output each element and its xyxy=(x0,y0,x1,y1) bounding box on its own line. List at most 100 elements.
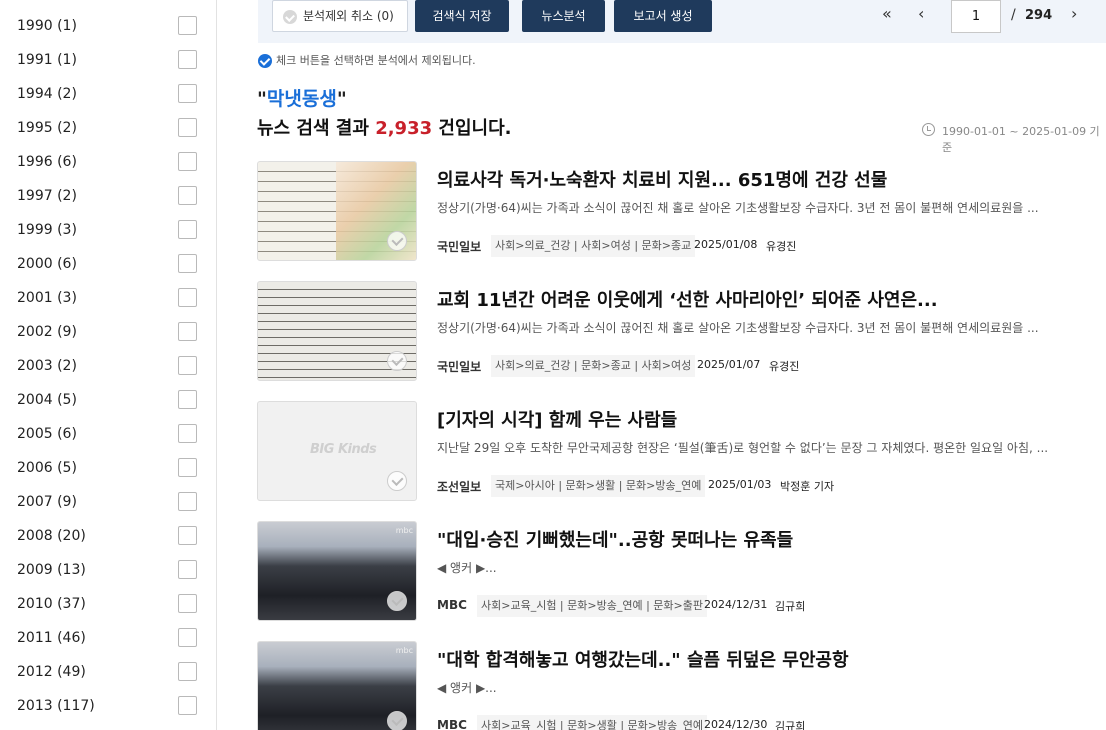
year-filter-row[interactable]: 2000 (6) xyxy=(0,247,216,281)
year-filter-checkbox[interactable] xyxy=(178,322,197,341)
exclude-cancel-label: 분석제외 취소 (0) xyxy=(303,9,394,23)
exclude-check-icon[interactable] xyxy=(387,351,407,371)
year-filter-label: 2004 (5) xyxy=(17,392,77,408)
year-filter-checkbox[interactable] xyxy=(178,492,197,511)
result-count: 2,933 xyxy=(375,118,433,139)
year-filter-row[interactable]: 2003 (2) xyxy=(0,349,216,383)
press-name[interactable]: MBC xyxy=(437,598,467,612)
year-filter-row[interactable]: 1995 (2) xyxy=(0,111,216,145)
year-filter-checkbox[interactable] xyxy=(178,356,197,375)
article-summary: ◀ 앵커 ▶... xyxy=(437,561,497,575)
year-filter-label: 2005 (6) xyxy=(17,426,77,442)
year-filter-checkbox[interactable] xyxy=(178,220,197,239)
date-range-text: 1990-01-01 ~ 2025-01-09 기준 xyxy=(942,125,1100,154)
page-number-input[interactable]: 1 xyxy=(951,0,1001,33)
press-name[interactable]: 조선일보 xyxy=(437,478,481,495)
year-filter-checkbox[interactable] xyxy=(178,390,197,409)
article-date: 2024/12/31 xyxy=(704,598,768,611)
result-toolbar: 분석제외 취소 (0) 검색식 저장 뉴스분석 보고서 생성 « ‹ 1 / 2… xyxy=(258,0,1106,43)
year-filter-row[interactable]: 2002 (9) xyxy=(0,315,216,349)
first-page-icon[interactable]: « xyxy=(882,4,892,23)
exclude-check-icon[interactable] xyxy=(387,711,407,730)
year-filter-label: 2002 (9) xyxy=(17,324,77,340)
year-filter-checkbox[interactable] xyxy=(178,50,197,69)
article-thumbnail[interactable]: BIG Kinds xyxy=(257,401,417,501)
exclude-cancel-button[interactable]: 분석제외 취소 (0) xyxy=(272,0,408,32)
year-filter-row[interactable]: 2006 (5) xyxy=(0,451,216,485)
article-thumbnail[interactable]: mbc xyxy=(257,521,417,621)
year-filter-checkbox[interactable] xyxy=(178,288,197,307)
year-filter-row[interactable]: 1999 (3) xyxy=(0,213,216,247)
year-filter-row[interactable]: 2001 (3) xyxy=(0,281,216,315)
year-filter-checkbox[interactable] xyxy=(178,458,197,477)
year-filter-row[interactable]: 2012 (49) xyxy=(0,655,216,689)
news-article: 의료사각 독거·노숙환자 치료비 지원... 651명에 건강 선물정상기(가명… xyxy=(257,161,1106,261)
year-filter-checkbox[interactable] xyxy=(178,560,197,579)
year-filter-row[interactable]: 1997 (2) xyxy=(0,179,216,213)
article-reporter: 김규희 xyxy=(775,600,806,613)
year-filter-checkbox[interactable] xyxy=(178,84,197,103)
article-title[interactable]: "대학 합격해놓고 여행갔는데.." 슬픔 뒤덮은 무안공항 xyxy=(437,646,849,672)
year-filter-checkbox[interactable] xyxy=(178,186,197,205)
year-filter-checkbox[interactable] xyxy=(178,526,197,545)
year-filter-row[interactable]: 2011 (46) xyxy=(0,621,216,655)
result-summary: 뉴스 검색 결과 2,933 건입니다. xyxy=(257,114,511,140)
year-filter-label: 2008 (20) xyxy=(17,528,86,544)
result-suffix: 건입니다. xyxy=(438,118,512,139)
article-title[interactable]: "대입·승진 기뻐했는데"..공항 못떠나는 유족들 xyxy=(437,526,793,552)
year-filter-row[interactable]: 2009 (13) xyxy=(0,553,216,587)
article-thumbnail[interactable] xyxy=(257,281,417,381)
year-filter-label: 1999 (3) xyxy=(17,222,77,238)
article-title[interactable]: 의료사각 독거·노숙환자 치료비 지원... 651명에 건강 선물 xyxy=(437,166,887,192)
total-pages: 294 xyxy=(1025,8,1053,23)
year-filter-checkbox[interactable] xyxy=(178,118,197,137)
quote-close: " xyxy=(336,88,347,110)
year-filter-label: 1996 (6) xyxy=(17,154,77,170)
year-filter-checkbox[interactable] xyxy=(178,254,197,273)
check-circle-icon xyxy=(258,54,272,68)
year-filter-checkbox[interactable] xyxy=(178,628,197,647)
news-article: mbc "대학 합격해놓고 여행갔는데.." 슬픔 뒤덮은 무안공항 ◀ 앵커 ▶.… xyxy=(257,641,1106,730)
year-filter-row[interactable]: 1991 (1) xyxy=(0,43,216,77)
article-title[interactable]: 교회 11년간 어려운 이웃에게 ‘선한 사마리아인’ 되어준 사연은... xyxy=(437,286,938,312)
exclude-check-icon[interactable] xyxy=(387,471,407,491)
year-filter-row[interactable]: 2007 (9) xyxy=(0,485,216,519)
article-thumbnail[interactable] xyxy=(257,161,417,261)
year-filter-label: 2001 (3) xyxy=(17,290,77,306)
year-filter-label: 2009 (13) xyxy=(17,562,86,578)
exclude-check-icon[interactable] xyxy=(387,591,407,611)
article-title[interactable]: [기자의 시각] 함께 우는 사람들 xyxy=(437,406,677,432)
exclude-check-icon[interactable] xyxy=(387,231,407,251)
create-report-button[interactable]: 보고서 생성 xyxy=(614,0,712,32)
year-filter-checkbox[interactable] xyxy=(178,696,197,715)
year-filter-label: 2006 (5) xyxy=(17,460,77,476)
year-filter-row[interactable]: 2013 (117) xyxy=(0,689,216,723)
bigkinds-logo: BIG Kinds xyxy=(310,442,377,457)
year-filter-row[interactable]: 1990 (1) xyxy=(0,9,216,43)
year-filter-label: 2011 (46) xyxy=(17,630,86,646)
year-filter-row[interactable]: 2010 (37) xyxy=(0,587,216,621)
year-filter-checkbox[interactable] xyxy=(178,152,197,171)
article-summary: 정상기(가명·64)씨는 가족과 소식이 끊어진 채 홀로 살아온 기초생활보장… xyxy=(437,201,1039,215)
year-filter-row[interactable]: 1994 (2) xyxy=(0,77,216,111)
press-name[interactable]: 국민일보 xyxy=(437,358,481,375)
press-name[interactable]: MBC xyxy=(437,718,467,730)
year-filter-row[interactable]: 1996 (6) xyxy=(0,145,216,179)
year-filter-row[interactable]: 2005 (6) xyxy=(0,417,216,451)
year-filter-row[interactable]: 2004 (5) xyxy=(0,383,216,417)
year-filter-row[interactable]: 2008 (20) xyxy=(0,519,216,553)
year-filter-checkbox[interactable] xyxy=(178,424,197,443)
year-filter-checkbox[interactable] xyxy=(178,594,197,613)
save-query-button[interactable]: 검색식 저장 xyxy=(415,0,509,32)
broadcaster-tag: mbc xyxy=(395,646,413,655)
news-article: BIG Kinds [기자의 시각] 함께 우는 사람들 지난달 29일 오후 도착… xyxy=(257,401,1106,501)
result-prefix: 뉴스 검색 결과 xyxy=(257,118,369,139)
article-thumbnail[interactable]: mbc xyxy=(257,641,417,730)
prev-page-icon[interactable]: ‹ xyxy=(918,4,924,23)
year-filter-label: 2003 (2) xyxy=(17,358,77,374)
year-filter-checkbox[interactable] xyxy=(178,662,197,681)
news-analysis-button[interactable]: 뉴스분석 xyxy=(522,0,605,32)
year-filter-checkbox[interactable] xyxy=(178,16,197,35)
next-page-icon[interactable]: › xyxy=(1071,4,1077,23)
press-name[interactable]: 국민일보 xyxy=(437,238,481,255)
